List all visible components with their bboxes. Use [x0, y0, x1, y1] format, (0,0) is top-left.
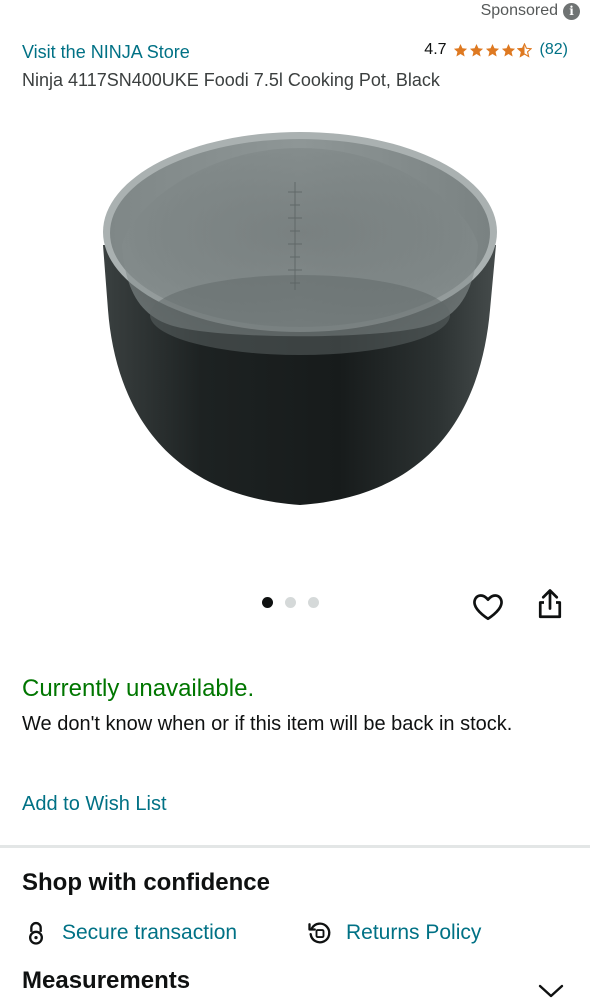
- share-icon: [538, 589, 562, 619]
- secure-transaction-link[interactable]: Secure transaction: [22, 919, 237, 947]
- sponsored-label[interactable]: Sponsored i: [481, 2, 580, 20]
- visit-store-link[interactable]: Visit the NINJA Store: [22, 42, 190, 63]
- carousel-dot[interactable]: [308, 597, 319, 608]
- star-full-icon: [469, 43, 483, 56]
- returns-icon: [308, 922, 331, 944]
- star-half-icon: [516, 42, 532, 58]
- carousel-dot-active[interactable]: [262, 597, 273, 608]
- returns-policy-label: Returns Policy: [346, 921, 482, 944]
- wishlist-heart-button[interactable]: [470, 588, 506, 624]
- returns-policy-link[interactable]: Returns Policy: [306, 919, 481, 947]
- carousel-dot[interactable]: [285, 597, 296, 608]
- secure-transaction-label: Secure transaction: [62, 921, 238, 944]
- chevron-down-icon[interactable]: [536, 980, 566, 1000]
- star-full-icon: [501, 43, 515, 56]
- rating-stars: [453, 42, 532, 58]
- rating-summary[interactable]: 4.7 (82): [424, 41, 568, 59]
- rating-value: 4.7: [424, 41, 447, 58]
- add-to-wish-list-link[interactable]: Add to Wish List: [22, 793, 167, 816]
- availability-message: We don't know when or if this item will …: [22, 713, 513, 735]
- info-icon[interactable]: i: [563, 2, 580, 20]
- rating-count: (82): [539, 41, 568, 58]
- section-divider: [0, 845, 590, 848]
- image-carousel-indicator[interactable]: [262, 597, 319, 608]
- shop-with-confidence-heading: Shop with confidence: [22, 869, 271, 896]
- product-title: Ninja 4117SN400UKE Foodi 7.5l Cooking Po…: [22, 70, 440, 90]
- product-image[interactable]: [0, 100, 590, 580]
- sponsored-text: Sponsored: [480, 2, 558, 19]
- share-button[interactable]: [532, 586, 568, 622]
- heart-icon: [473, 594, 503, 621]
- lock-icon: [29, 921, 43, 945]
- measurements-heading[interactable]: Measurements: [22, 967, 190, 995]
- star-full-icon: [485, 43, 499, 56]
- availability-status: Currently unavailable.: [22, 675, 255, 702]
- star-full-icon: [453, 43, 467, 56]
